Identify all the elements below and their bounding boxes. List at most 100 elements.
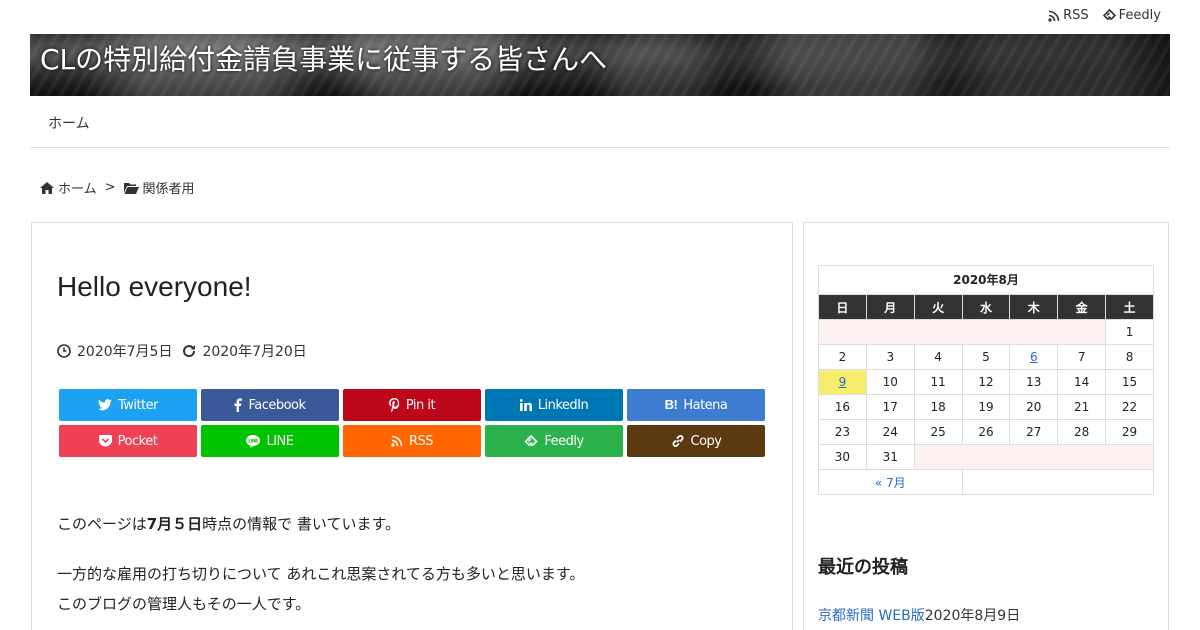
share-button-label: Facebook xyxy=(248,397,306,413)
share-button-linkedin[interactable]: LinkedIn xyxy=(485,389,623,421)
calendar-prev-month[interactable]: « 7月 xyxy=(818,469,963,495)
calendar-week: 16 17 18 19 20 21 22 xyxy=(818,394,1154,420)
calendar-day: 26 xyxy=(961,419,1011,445)
calendar-day-link-text[interactable]: 9 xyxy=(839,375,847,389)
top-bar: RSS Feedly xyxy=(0,0,1200,34)
share-button-line[interactable]: LINE LINE xyxy=(201,425,339,457)
home-icon xyxy=(40,181,54,194)
calendar-week: 2345 6 78 xyxy=(818,344,1154,370)
calendar-day: 29 xyxy=(1105,419,1154,445)
share-button-hatena[interactable]: B! Hatena xyxy=(627,389,765,421)
share-button-label: RSS xyxy=(408,433,434,449)
calendar-pad xyxy=(817,319,1107,345)
calendar-weekday: 金 xyxy=(1057,294,1107,320)
calendar-day: 5 xyxy=(961,344,1011,370)
share-button-pin-it[interactable]: Pin it xyxy=(343,389,481,421)
share-button-twitter[interactable]: Twitter xyxy=(59,389,197,421)
calendar-weekday: 月 xyxy=(865,294,915,320)
share-button-facebook[interactable]: Facebook xyxy=(201,389,339,421)
recent-post-item: 京都新聞 WEB版2020年8月9日 xyxy=(818,608,1020,624)
recent-post-link[interactable]: 京都新聞 WEB版 xyxy=(818,608,925,624)
hatena-icon: B! xyxy=(664,397,678,412)
breadcrumb-home-label: ホーム xyxy=(58,182,97,197)
folder-open-icon xyxy=(123,182,139,194)
calendar-day: 23 xyxy=(818,419,867,445)
calendar-day: 19 xyxy=(961,394,1011,420)
linkedin-icon xyxy=(519,399,532,411)
calendar-next-month xyxy=(961,469,1155,495)
twitter-icon xyxy=(97,399,112,411)
updated-date: 2020年7月20日 xyxy=(182,341,307,361)
article-body: このページは7月５日時点の情報で 書いています。 一方的な雇用の打ち切りについて… xyxy=(57,509,584,630)
calendar-day: 17 xyxy=(865,394,915,420)
clock-icon xyxy=(57,344,71,358)
rss-link[interactable]: RSS xyxy=(1048,8,1089,23)
calendar-week: 1 xyxy=(817,319,1154,345)
calendar-day: 21 xyxy=(1057,394,1107,420)
share-button-label: LINE xyxy=(266,433,294,449)
site-title[interactable]: CLの特別給付金請負事業に従事する皆さんへ xyxy=(40,38,607,78)
recent-posts-list: 京都新聞 WEB版2020年8月9日 xyxy=(818,605,1020,625)
paragraph-1-pre: このページは xyxy=(57,515,147,533)
calendar-day-link[interactable]: 9 xyxy=(818,369,867,395)
calendar-day-link-text[interactable]: 6 xyxy=(1030,350,1038,364)
calendar-weekday: 水 xyxy=(961,294,1011,320)
article-title: Hello everyone! xyxy=(57,271,252,302)
share-button-label: Twitter xyxy=(117,397,159,413)
calendar-day: 16 xyxy=(818,394,867,420)
feedly-label: Feedly xyxy=(1118,8,1161,23)
refresh-icon xyxy=(182,344,196,358)
share-button-feedly[interactable]: Feedly xyxy=(485,425,623,457)
paragraph-2: 一方的な雇用の打ち切りについて あれこれ思案されてる方も多いと思います。 このブロ… xyxy=(57,559,584,619)
calendar-weekday: 火 xyxy=(913,294,963,320)
calendar-day: 31 xyxy=(865,444,915,470)
calendar-day: 4 xyxy=(913,344,963,370)
paragraph-1-post: 時点の情報で 書いています。 xyxy=(202,515,400,533)
global-nav: ホーム xyxy=(30,96,1170,148)
calendar-day: 28 xyxy=(1057,419,1107,445)
share-button-label: LinkedIn xyxy=(537,397,589,413)
breadcrumb: ホーム > 関係者用 xyxy=(40,178,195,197)
pocket-icon xyxy=(98,435,112,447)
paragraph-1: このページは7月５日時点の情報で 書いています。 xyxy=(57,509,584,539)
calendar-week: 9 10 11 12 13 14 15 xyxy=(818,369,1154,395)
link-icon xyxy=(671,434,685,448)
breadcrumb-category[interactable]: 関係者用 xyxy=(123,178,195,197)
calendar-weekday: 日 xyxy=(818,294,867,320)
calendar-day: 20 xyxy=(1009,394,1059,420)
calendar-day: 25 xyxy=(913,419,963,445)
breadcrumb-home[interactable]: ホーム xyxy=(40,178,97,197)
calendar-week: 30 31 xyxy=(818,444,1155,470)
calendar-day: 18 xyxy=(913,394,963,420)
calendar-day: 7 xyxy=(1057,344,1107,370)
updated-date-text: 2020年7月20日 xyxy=(202,344,307,360)
article: Hello everyone! 2020年7月5日 2020年7月20日 Twi… xyxy=(31,222,793,630)
feedly-icon xyxy=(1102,9,1116,22)
rss-icon xyxy=(391,435,403,447)
calendar-day: 11 xyxy=(913,369,963,395)
calendar-day: 30 xyxy=(818,444,867,470)
share-button-rss[interactable]: RSS xyxy=(343,425,481,457)
pinterest-icon xyxy=(388,398,400,412)
share-button-label: Pin it xyxy=(405,397,436,413)
share-button-pocket[interactable]: Pocket xyxy=(59,425,197,457)
feedly-icon xyxy=(524,434,538,448)
calendar-day: 12 xyxy=(961,369,1011,395)
share-button-label: Pocket xyxy=(117,433,158,449)
paragraph-1-bold: 7月５日 xyxy=(146,515,203,533)
nav-item-home[interactable]: ホーム xyxy=(48,113,90,133)
share-button-label: Hatena xyxy=(683,397,728,413)
feed-links: RSS Feedly xyxy=(1048,8,1161,23)
calendar-day: 10 xyxy=(865,369,915,395)
share-button-copy[interactable]: Copy xyxy=(627,425,765,457)
line-icon: LINE xyxy=(246,434,261,448)
calendar-caption: 2020年8月 xyxy=(818,265,1154,294)
recent-post-date: 2020年8月9日 xyxy=(924,608,1021,624)
feedly-link[interactable]: Feedly xyxy=(1102,8,1161,23)
calendar-day: 2 xyxy=(818,344,867,370)
calendar-day-link[interactable]: 6 xyxy=(1009,344,1059,370)
calendar-weekday: 土 xyxy=(1105,294,1154,320)
sidebar: 2020年8月 日月火水木金土 1 2 3 4 5 6 7 8 9 10 11 12 13 14 15 16 1… xyxy=(803,222,1169,630)
calendar-day: 27 xyxy=(1009,419,1059,445)
paragraph-2-line-2: このブログの管理人もその一人です。 xyxy=(57,595,311,613)
